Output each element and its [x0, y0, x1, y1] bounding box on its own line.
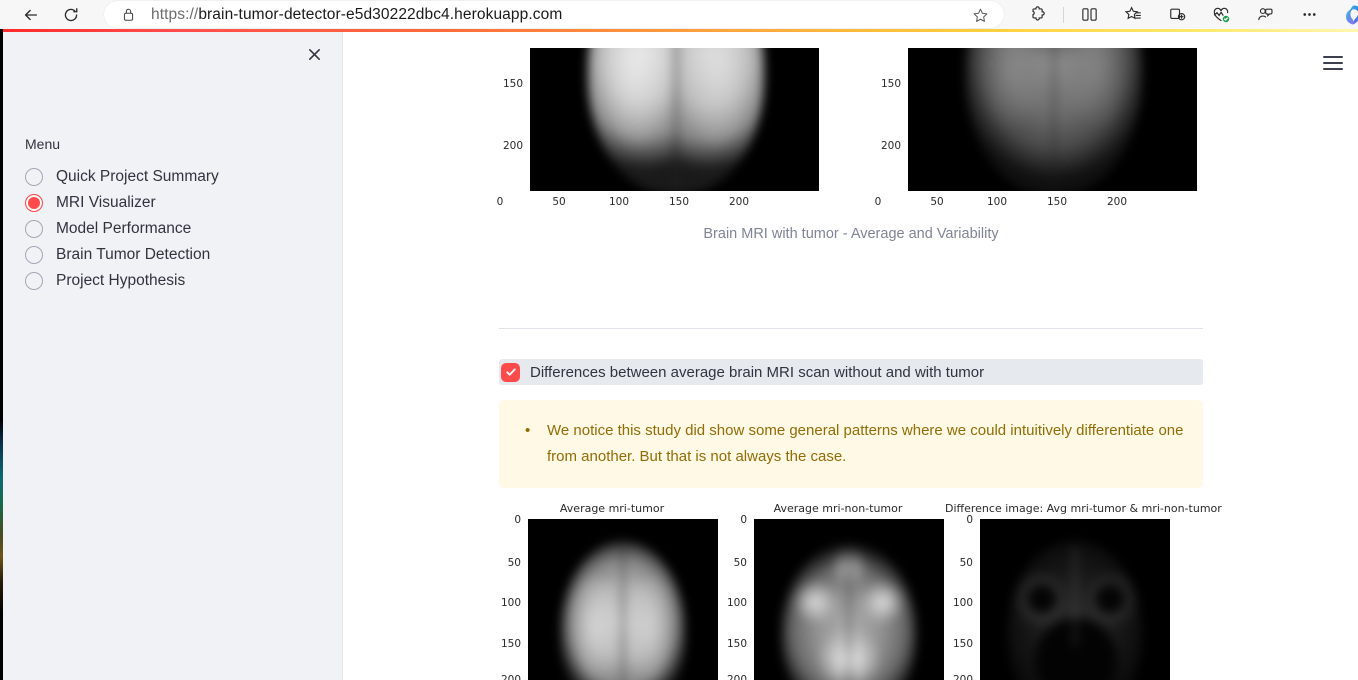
web-page-viewport: Menu Quick Project Summary MRI Visualize… [0, 29, 1358, 680]
url-text: https://brain-tumor-detector-e5d30222dbc… [151, 6, 562, 24]
y-tick-label: 0 [966, 514, 973, 526]
warning-bullet-item: We notice this study did show some gener… [521, 418, 1185, 470]
browser-essentials-icon[interactable] [1206, 1, 1236, 29]
toolbar-separator [1063, 6, 1064, 23]
x-tick-label: 0 [874, 196, 882, 208]
y-tick-label: 150 [500, 638, 521, 650]
mri-panel-average-mri-tumor: Average mri-tumor 0 50 100 150 200 [499, 502, 725, 680]
url-host: brain-tumor-detector-e5d30222dbc4.heroku… [198, 5, 563, 23]
collections-icon[interactable] [1162, 1, 1192, 29]
sidebar-item-label: Quick Project Summary [56, 168, 219, 185]
content-column: 150 200 0 50 100 150 200 150 200 0 50 10… [497, 32, 1222, 680]
reload-button[interactable] [54, 1, 88, 29]
sidebar-item-model-performance[interactable]: Model Performance [25, 216, 325, 242]
x-tick-label: 0 [496, 196, 504, 208]
sidebar-item-label: Brain Tumor Detection [56, 246, 211, 263]
favorites-list-icon[interactable] [1118, 1, 1148, 29]
x-tick-label: 150 [1047, 196, 1068, 208]
split-screen-icon[interactable] [1074, 1, 1104, 29]
y-tick-label: 200 [952, 674, 973, 680]
figure-difference-images: Average mri-tumor 0 50 100 150 200 Avera… [499, 502, 1222, 680]
x-tick-label: 100 [987, 196, 1008, 208]
y-tick-label: 150 [502, 78, 523, 90]
browser-toolbar-icons [1016, 0, 1358, 29]
address-bar[interactable]: https://brain-tumor-detector-e5d30222dbc… [104, 1, 1004, 28]
x-tick-label: 50 [552, 196, 566, 208]
section-divider [499, 328, 1203, 329]
y-tick-label: 50 [959, 557, 973, 569]
panel-title: Difference image: Avg mri-tumor & mri-no… [945, 502, 1222, 515]
hamburger-menu-icon[interactable] [1318, 50, 1348, 76]
y-tick-label: 200 [880, 140, 901, 152]
y-tick-label: 100 [726, 597, 747, 609]
share-icon[interactable] [1250, 1, 1280, 29]
y-tick-label: 0 [514, 514, 521, 526]
x-tick-label: 50 [930, 196, 944, 208]
differences-checkbox[interactable]: Differences between average brain MRI sc… [499, 359, 1203, 385]
panel-title: Average mri-non-tumor [773, 502, 903, 515]
y-tick-label: 200 [502, 140, 523, 152]
warning-box: We notice this study did show some gener… [499, 400, 1203, 488]
sidebar-item-brain-tumor-detection[interactable]: Brain Tumor Detection [25, 242, 325, 268]
y-tick-label: 150 [880, 78, 901, 90]
y-tick-label: 50 [507, 557, 521, 569]
sidebar-item-label: Model Performance [56, 220, 192, 237]
copilot-icon[interactable] [1341, 2, 1358, 28]
radio-icon-selected [25, 194, 43, 212]
x-tick-label: 200 [1107, 196, 1128, 208]
mri-panel-difference-image: Difference image: Avg mri-tumor & mri-no… [945, 502, 1222, 680]
mri-image-variability-tumor [908, 48, 1197, 191]
checkbox-label: Differences between average brain MRI sc… [530, 363, 985, 381]
checkmark-icon [501, 362, 520, 382]
url-scheme: https:// [151, 5, 199, 23]
mri-image-difference-small [980, 519, 1170, 680]
main-content: 150 200 0 50 100 150 200 150 200 0 50 10… [344, 32, 1358, 680]
radio-icon [25, 272, 43, 290]
figure-average-and-variability: 150 200 0 50 100 150 200 150 200 0 50 10… [497, 44, 1203, 254]
panel-title: Average mri-tumor [559, 502, 665, 515]
browser-toolbar: https://brain-tumor-detector-e5d30222dbc… [0, 0, 1358, 29]
back-button[interactable] [14, 1, 48, 29]
radio-icon [25, 168, 43, 186]
y-tick-label: 150 [726, 638, 747, 650]
reload-icon [64, 7, 78, 21]
favorite-star-button[interactable] [970, 5, 990, 25]
figure-caption: Brain MRI with tumor - Average and Varia… [703, 226, 999, 242]
sidebar-item-label: MRI Visualizer [56, 194, 156, 211]
y-tick-label: 200 [500, 674, 521, 680]
extensions-puzzle-icon[interactable] [1023, 1, 1053, 29]
x-tick-label: 150 [669, 196, 690, 208]
x-tick-label: 100 [609, 196, 630, 208]
close-x-icon [308, 48, 320, 60]
x-tick-label: 200 [729, 196, 750, 208]
sidebar-close-button[interactable] [300, 40, 328, 68]
y-tick-label: 150 [952, 638, 973, 650]
radio-icon [25, 220, 43, 238]
y-tick-label: 0 [740, 514, 747, 526]
y-tick-label: 100 [500, 597, 521, 609]
mri-panel-variability-tumor: 150 200 0 50 100 150 200 [875, 44, 1207, 214]
y-tick-label: 50 [733, 557, 747, 569]
y-tick-label: 100 [952, 597, 973, 609]
sidebar-menu-label: Menu [25, 136, 61, 152]
radio-icon [25, 246, 43, 264]
back-arrow-icon [24, 9, 38, 20]
sidebar-item-project-hypothesis[interactable]: Project Hypothesis [25, 268, 325, 294]
sidebar: Menu Quick Project Summary MRI Visualize… [3, 32, 343, 680]
y-tick-label: 200 [726, 674, 747, 680]
sidebar-item-label: Project Hypothesis [56, 272, 186, 289]
more-options-icon[interactable] [1294, 1, 1324, 29]
mri-image-average-tumor-small [528, 519, 718, 680]
warning-bullet-list: We notice this study did show some gener… [521, 418, 1185, 470]
sidebar-radio-group[interactable]: Quick Project Summary MRI Visualizer Mod… [25, 164, 325, 294]
sidebar-item-mri-visualizer[interactable]: MRI Visualizer [25, 190, 325, 216]
favorite-star-icon [973, 8, 987, 22]
sidebar-item-quick-project-summary[interactable]: Quick Project Summary [25, 164, 325, 190]
mri-panel-average-tumor: 150 200 0 50 100 150 200 [497, 44, 829, 214]
lock-icon[interactable] [122, 7, 135, 22]
mri-image-average-tumor [530, 48, 819, 191]
mri-panel-average-mri-non-tumor: Average mri-non-tumor 0 50 100 150 200 [725, 502, 951, 680]
mri-image-average-non-tumor-small [754, 519, 944, 680]
